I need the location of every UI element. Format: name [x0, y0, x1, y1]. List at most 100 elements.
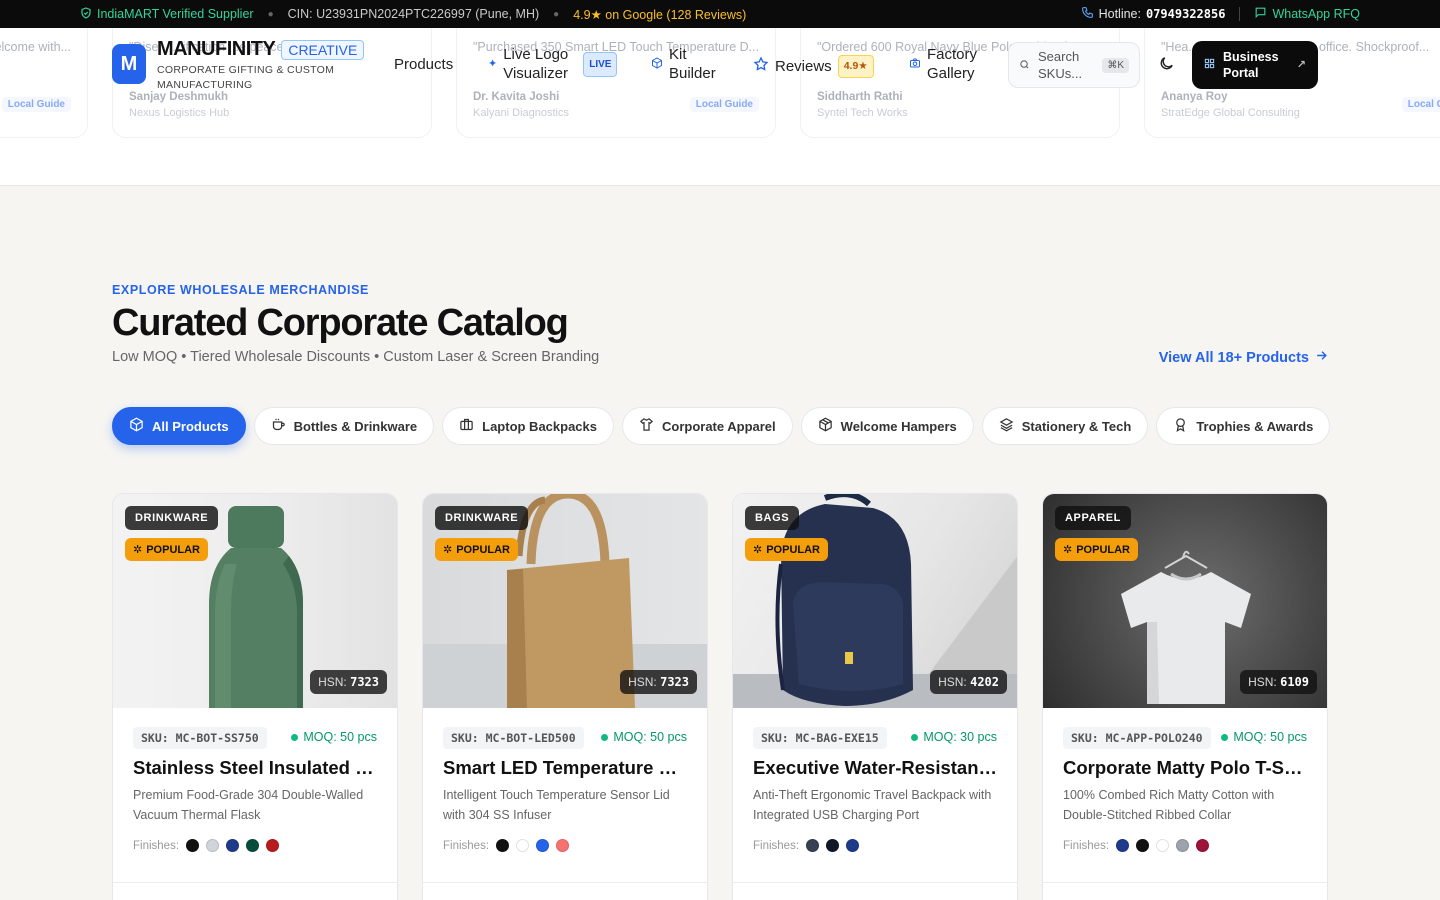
filter-all-products[interactable]: All Products [112, 407, 246, 445]
divider [1043, 882, 1327, 883]
status-dot [291, 733, 299, 741]
hsn-code: HSN: 6109 [1240, 670, 1317, 694]
search-icon [1019, 58, 1030, 73]
product-description: Intelligent Touch Temperature Sensor Lid… [443, 788, 670, 822]
finish-swatch[interactable] [1176, 839, 1190, 852]
main-nav: M MANUFINITY CREATIVE CORPORATE GIFTING … [0, 38, 1440, 93]
product-image: BAGS ✲ POPULAR HSN: 4202 [733, 494, 1017, 708]
status-dot [911, 733, 919, 741]
package-icon [818, 417, 833, 435]
filter-stationery-tech[interactable]: Stationery & Tech [981, 407, 1149, 445]
product-card[interactable]: APPAREL ✲ POPULAR HSN: 6109 SKU: MC-APP-P… [1042, 493, 1328, 900]
filter-welcome-hampers[interactable]: Welcome Hampers [800, 407, 974, 445]
finish-swatch[interactable] [266, 839, 280, 852]
finish-swatch[interactable] [206, 839, 220, 852]
finish-swatch[interactable] [226, 839, 240, 852]
product-image: DRINKWARE ✲ POPULAR HSN: 7323 [113, 494, 397, 708]
shirt-icon [639, 417, 654, 435]
external-arrow-icon: ↗ [1296, 59, 1306, 71]
filter-bottles-drinkware[interactable]: Bottles & Drinkware [253, 407, 435, 445]
finish-swatches: Finishes: [443, 839, 570, 852]
sku-code: SKU: MC-BOT-SS750 [133, 727, 267, 749]
finish-swatch[interactable] [186, 839, 200, 852]
finish-swatch[interactable] [806, 839, 820, 852]
product-card[interactable]: DRINKWARE ✲ POPULAR HSN: 7323 SKU: MC-BOT… [422, 493, 708, 900]
popular-badge: ✲ POPULAR [745, 538, 828, 561]
sku-code: SKU: MC-BOT-LED500 [443, 727, 584, 749]
product-image: APPAREL ✲ POPULAR HSN: 6109 [1043, 494, 1327, 708]
divider [113, 882, 397, 883]
section-eyebrow: EXPLORE WHOLESALE MERCHANDISE [112, 283, 369, 297]
moq-indicator: MOQ: 50 pcs [291, 730, 377, 744]
keyboard-shortcut: ⌘K [1102, 57, 1129, 73]
separator-dot: ● [553, 8, 560, 20]
popular-badge: ✲ POPULAR [435, 538, 518, 561]
box-icon [129, 417, 144, 435]
hotline-link[interactable]: Hotline: 07949322856 [1081, 6, 1225, 22]
product-card[interactable]: BAGS ✲ POPULAR HSN: 4202 SKU: MC-BAG-EXE1… [732, 493, 1018, 900]
nav-reviews[interactable]: Reviews 4.9★ [753, 55, 874, 78]
finish-swatch[interactable] [536, 839, 550, 852]
product-description: 100% Combed Rich Matty Cotton with Doubl… [1063, 788, 1275, 822]
nav-products[interactable]: Products [394, 55, 453, 74]
moon-icon [1158, 55, 1175, 77]
view-all-products-link[interactable]: View All 18+ Products [1159, 349, 1328, 366]
business-portal-button[interactable]: Business Portal ↗ [1192, 41, 1318, 89]
finish-swatch[interactable] [826, 839, 840, 852]
product-description: Premium Food-Grade 304 Double-Walled Vac… [133, 788, 364, 822]
nav-factory-gallery[interactable]: Factory Gallery [909, 45, 997, 83]
finish-swatch[interactable] [496, 839, 510, 852]
brand-tag: CREATIVE [281, 39, 365, 60]
brand-subtitle: CORPORATE GIFTING & CUSTOM MANUFACTURING [157, 64, 335, 91]
category-badge: DRINKWARE [125, 506, 219, 530]
filter-corporate-apparel[interactable]: Corporate Apparel [622, 407, 793, 445]
finish-swatch[interactable] [556, 839, 570, 852]
product-card[interactable]: DRINKWARE ✲ POPULAR HSN: 7323 SKU: MC-BOT… [112, 493, 398, 900]
category-badge: APPAREL [1055, 506, 1131, 530]
chat-icon [1254, 6, 1267, 22]
product-name[interactable]: Corporate Matty Polo T-Shirt [1063, 757, 1309, 779]
award-icon [1173, 417, 1188, 435]
sparkle-icon: ✲ [443, 544, 453, 556]
brand-logo[interactable]: M [112, 44, 146, 84]
cube-icon [651, 55, 663, 74]
nav-kit-builder[interactable]: Kit Builder [651, 45, 733, 83]
finish-swatch[interactable] [1156, 839, 1170, 852]
sparkle-icon: ✲ [133, 544, 143, 556]
search-button[interactable]: Search SKUs... ⌘K [1008, 42, 1140, 88]
nav-live-logo-visualizer[interactable]: ✦ Live Logo Visualizer LIVE [488, 45, 618, 83]
finish-swatch[interactable] [516, 839, 530, 852]
product-name[interactable]: Stainless Steel Insulated Vacuum Flask [133, 757, 379, 779]
google-rating[interactable]: 4.9★ on Google (128 Reviews) [573, 7, 746, 22]
whatsapp-rfq-link[interactable]: WhatsApp RFQ [1254, 6, 1360, 22]
arrow-right-icon [1315, 349, 1328, 366]
filter-trophies-awards[interactable]: Trophies & Awards [1156, 407, 1331, 445]
theme-toggle-button[interactable] [1152, 52, 1180, 80]
finish-swatch[interactable] [246, 839, 260, 852]
status-dot [601, 733, 609, 741]
product-name[interactable]: Smart LED Temperature Bottle [443, 757, 689, 779]
finish-swatch[interactable] [1136, 839, 1150, 852]
finish-swatches: Finishes: [133, 839, 280, 852]
divider [733, 882, 1017, 883]
finish-swatch[interactable] [846, 839, 860, 852]
finish-swatch[interactable] [1116, 839, 1130, 852]
finish-swatches: Finishes: [753, 839, 860, 852]
reviews-rating-badge: 4.9★ [837, 55, 874, 78]
cup-icon [271, 417, 286, 435]
layers-icon [999, 417, 1014, 435]
filter-laptop-backpacks[interactable]: Laptop Backpacks [442, 407, 614, 445]
phone-icon [1081, 6, 1094, 22]
sparkle-icon: ✲ [753, 544, 763, 556]
category-badge: DRINKWARE [435, 506, 529, 530]
grid-icon [1204, 57, 1215, 73]
product-description: Anti-Theft Ergonomic Travel Backpack wit… [753, 788, 992, 822]
brand-block[interactable]: MANUFINITY CREATIVE CORPORATE GIFTING & … [157, 38, 365, 93]
divider [423, 882, 707, 883]
divider [1239, 7, 1241, 21]
finish-swatch[interactable] [1196, 839, 1210, 852]
sparkle-icon: ✦ [488, 57, 498, 70]
moq-indicator: MOQ: 50 pcs [601, 730, 687, 744]
live-badge: LIVE [583, 51, 618, 77]
product-name[interactable]: Executive Water-Resistant Backpack [753, 757, 999, 779]
